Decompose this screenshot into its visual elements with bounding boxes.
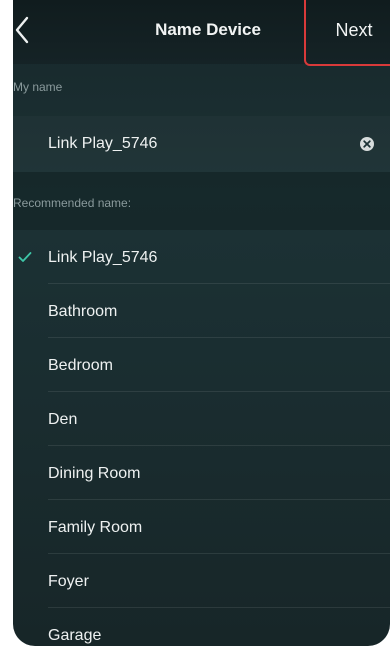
list-item-label: Bathroom [48, 303, 118, 320]
chevron-left-icon [15, 16, 29, 44]
list-item[interactable]: Bedroom [13, 338, 390, 392]
list-item-label: Bedroom [48, 357, 113, 374]
list-item-label: Foyer [48, 573, 89, 590]
list-item-label: Family Room [48, 519, 143, 536]
next-button[interactable]: Next [306, 20, 390, 41]
back-button[interactable] [13, 10, 49, 50]
screen: Name Device Next My name Link Play_5746 … [13, 0, 390, 646]
list-item[interactable]: Bathroom [13, 284, 390, 338]
recommended-name-list: Link Play_5746 Bathroom Bedroom Den Dini… [13, 230, 390, 646]
recommended-section-header: Recommended name: [13, 172, 390, 230]
device-name-value[interactable]: Link Play_5746 [48, 135, 157, 153]
list-item-label: Dining Room [48, 465, 141, 482]
checkmark-icon [18, 252, 32, 262]
list-item-label: Garage [48, 627, 102, 644]
list-item[interactable]: Garage [13, 608, 390, 646]
page-title: Name Device [155, 20, 261, 39]
list-item[interactable]: Dining Room [13, 446, 390, 500]
list-item-label: Den [48, 411, 78, 428]
clear-circle-icon [360, 137, 374, 151]
list-item[interactable]: Den [13, 392, 390, 446]
list-item[interactable]: Link Play_5746 [13, 230, 390, 284]
my-name-section-label: My name [13, 80, 63, 94]
list-item-label: Link Play_5746 [48, 249, 158, 266]
device-name-field[interactable]: Link Play_5746 [13, 116, 390, 172]
nav-bar: Name Device Next [13, 0, 390, 64]
recommended-section-label: Recommended name: [13, 196, 132, 210]
list-item[interactable]: Family Room [13, 500, 390, 554]
list-item[interactable]: Foyer [13, 554, 390, 608]
clear-text-button[interactable] [359, 136, 375, 152]
